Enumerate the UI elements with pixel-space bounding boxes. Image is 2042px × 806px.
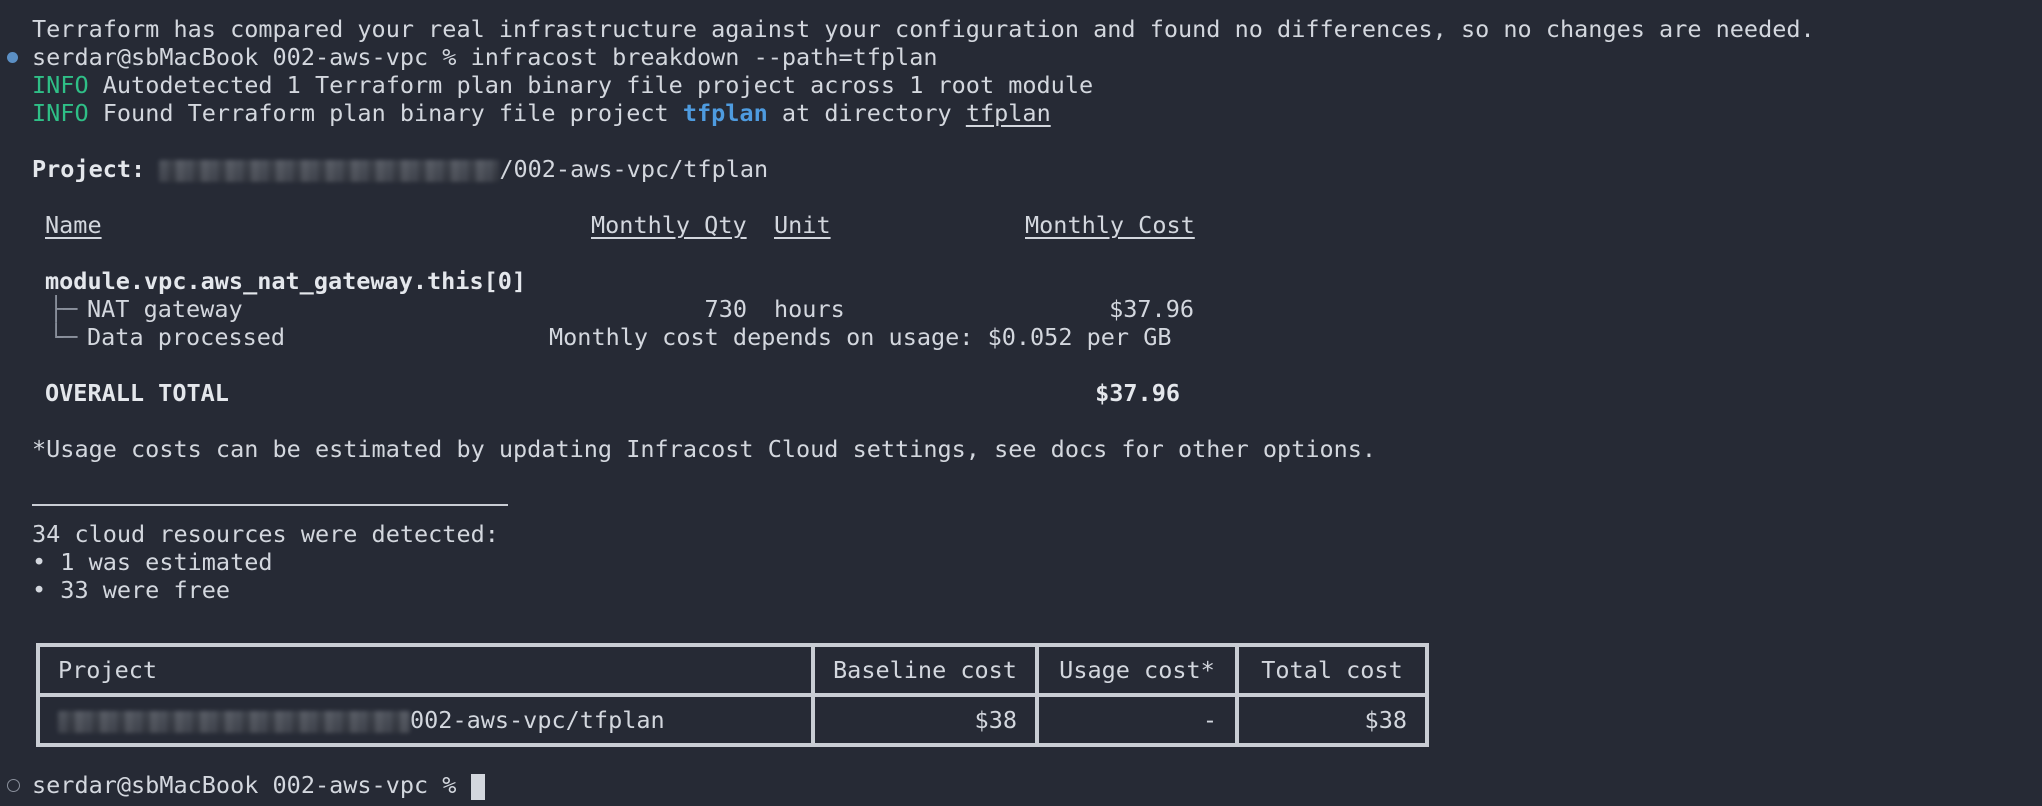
- summary-header-usage: Usage cost*: [1035, 643, 1239, 697]
- redacted-path: [58, 710, 410, 733]
- prompt: serdar@sbMacBook 002-aws-vpc %: [32, 43, 457, 71]
- info-text: Found Terraform plan binary file project: [102, 99, 669, 127]
- summary-baseline-cost: $38: [811, 693, 1039, 747]
- directory-link[interactable]: tfplan: [966, 99, 1051, 127]
- info-label: INFO: [32, 71, 89, 99]
- tree-branch: ├─: [49, 295, 78, 323]
- info-label: INFO: [32, 99, 89, 127]
- resources-free: • 33 were free: [32, 576, 231, 604]
- command-text: infracost breakdown --path=tfplan: [470, 43, 938, 71]
- header-monthly-qty: Monthly Qty: [591, 211, 747, 239]
- cost-component-name: NAT gateway: [87, 295, 243, 323]
- summary-project-path: 002-aws-vpc/tfplan: [410, 706, 665, 734]
- prompt-status-dot[interactable]: [7, 779, 20, 792]
- cost-component-qty: 730: [704, 295, 747, 323]
- resource-name: module.vpc.aws_nat_gateway.this[0]: [45, 267, 527, 295]
- resources-estimated: • 1 was estimated: [32, 548, 273, 576]
- header-unit: Unit: [774, 211, 831, 239]
- overall-total-label: OVERALL TOTAL: [45, 379, 229, 407]
- summary-table: Project Baseline cost Usage cost* Total …: [36, 643, 1429, 747]
- overall-total-value: $37.96: [1095, 379, 1180, 407]
- current-prompt-line[interactable]: serdar@sbMacBook 002-aws-vpc %: [32, 771, 485, 800]
- resources-detected: 34 cloud resources were detected:: [32, 520, 499, 548]
- redacted-path: [159, 159, 500, 182]
- summary-total-cost: $38: [1235, 693, 1429, 747]
- header-name: Name: [45, 211, 102, 239]
- summary-data-row: 002-aws-vpc/tfplan $38 - $38: [36, 693, 1429, 747]
- summary-header-row: Project Baseline cost Usage cost* Total …: [36, 643, 1429, 697]
- project-name: tfplan: [682, 99, 768, 127]
- project-line: Project: /002-aws-vpc/tfplan: [32, 155, 768, 183]
- cost-component-cost: $37.96: [1109, 295, 1194, 323]
- summary-header-total: Total cost: [1235, 643, 1429, 697]
- cost-component-name: Data processed: [87, 323, 286, 351]
- summary-usage-cost: -: [1035, 693, 1239, 747]
- info-line-1: INFO Autodetected 1 Terraform plan binar…: [32, 71, 1093, 99]
- cursor: [470, 773, 485, 800]
- divider: [32, 504, 508, 506]
- command-line: serdar@sbMacBook 002-aws-vpc % infracost…: [32, 43, 938, 71]
- cost-component-unit: hours: [774, 295, 845, 323]
- summary-header-baseline: Baseline cost: [811, 643, 1039, 697]
- usage-note: Monthly cost depends on usage: $0.052 pe…: [549, 323, 1172, 351]
- info-text: at directory: [781, 99, 952, 127]
- plan-message: Terraform has compared your real infrast…: [32, 15, 1815, 43]
- header-monthly-cost: Monthly Cost: [1025, 211, 1195, 239]
- project-path: /002-aws-vpc/tfplan: [499, 155, 769, 183]
- tree-branch: └─: [49, 323, 78, 351]
- command-status-dot[interactable]: [7, 52, 18, 63]
- info-text: Autodetected 1 Terraform plan binary fil…: [102, 71, 1094, 99]
- summary-project-cell: 002-aws-vpc/tfplan: [36, 693, 815, 747]
- summary-header-project: Project: [36, 643, 815, 697]
- prompt: serdar@sbMacBook 002-aws-vpc %: [32, 771, 457, 799]
- usage-costs-note: *Usage costs can be estimated by updatin…: [32, 435, 1377, 463]
- project-label: Project:: [32, 155, 146, 183]
- info-line-2: INFO Found Terraform plan binary file pr…: [32, 99, 1051, 127]
